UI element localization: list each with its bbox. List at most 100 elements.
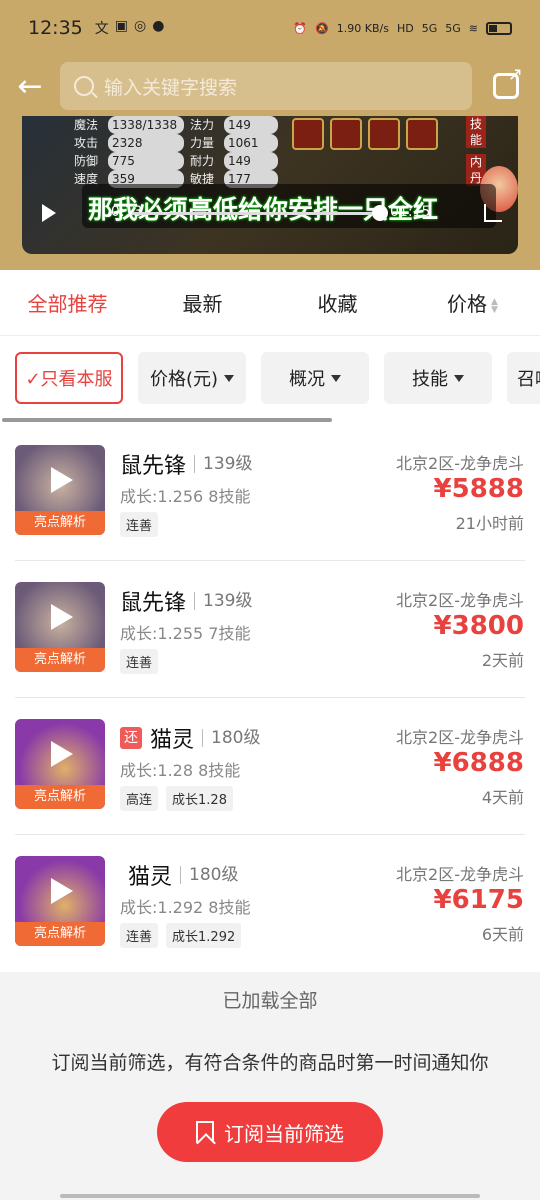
video-progress-knob[interactable] <box>372 205 388 221</box>
dropdown-icon <box>224 374 235 382</box>
signal-icon: 5G <box>421 21 438 35</box>
item-price: ¥6888 <box>433 748 524 778</box>
alarm-icon: ⏰ <box>293 21 308 35</box>
item-thumbnail[interactable]: 亮点解析 <box>15 719 105 809</box>
sort-arrows-icon: ▲ ▼ <box>491 296 498 315</box>
item-title: 猫灵 <box>150 728 195 753</box>
header-bar: ← 输入关键字搜索 <box>0 56 540 116</box>
wifi-icon: ≋ <box>468 21 478 35</box>
back-arrow-icon: ← <box>17 68 43 104</box>
video-section: 魔法 1338/1338 法力 149 攻击 2328 力量 1061 防御 7… <box>0 116 540 270</box>
item-tag: 连善 <box>120 649 159 674</box>
share-icon <box>493 64 523 99</box>
filter-price-label: 价格(元) <box>149 369 219 390</box>
item-level: 139级 <box>194 455 252 473</box>
item-growth: 成长:1.255 7技能 <box>120 624 251 643</box>
mute-icon: 🔕 <box>315 21 329 35</box>
subscribe-button[interactable]: 订阅当前筛选 <box>157 1102 383 1162</box>
item-name: 鼠先锋 139级 <box>120 448 252 480</box>
item-time: 6天前 <box>481 925 524 944</box>
item-price: ¥3800 <box>433 611 524 641</box>
status-bar: 12:35 文 ▣ ◎ ● ⏰ 🔕 1.90 KB/s HD 5G 5G ≋ <box>0 0 540 56</box>
list-item[interactable]: 亮点解析 鼠先锋 139级 成长:1.255 7技能 连善 北京2区-龙争虎斗 … <box>0 561 540 698</box>
product-list: 亮点解析 鼠先锋 139级 成长:1.256 8技能 连善 北京2区-龙争虎斗 … <box>0 424 540 972</box>
skill-icon <box>368 118 400 150</box>
filter-skills-label: 技能 <box>412 369 448 390</box>
item-price: ¥6175 <box>433 885 524 915</box>
thumb-caption: 亮点解析 <box>15 511 105 535</box>
item-server: 北京2区-龙争虎斗 <box>396 591 524 610</box>
item-thumbnail[interactable]: 亮点解析 <box>15 445 105 535</box>
filter-price[interactable]: 价格(元) <box>138 352 246 404</box>
play-icon <box>51 467 73 493</box>
filter-overview-label: 概况 <box>289 369 325 390</box>
video-player[interactable]: 魔法 1338/1338 法力 149 攻击 2328 力量 1061 防御 7… <box>22 116 518 254</box>
skill-icon <box>292 118 324 150</box>
item-title: 鼠先锋 <box>120 454 187 479</box>
status-right-icons: ⏰ 🔕 1.90 KB/s HD 5G 5G ≋ <box>293 21 512 35</box>
fullscreen-icon[interactable] <box>484 204 502 222</box>
item-tag: 连善 <box>120 923 159 948</box>
side-tag: 技能 <box>466 116 486 148</box>
hd-icon: HD <box>396 21 414 35</box>
item-tag: 连善 <box>120 512 159 537</box>
filter-skills[interactable]: 技能 <box>384 352 492 404</box>
filter-scrollbar <box>2 418 332 422</box>
tab-price[interactable]: 价格 ▲ ▼ <box>405 288 540 317</box>
play-icon <box>51 604 73 630</box>
battery-icon <box>486 21 512 35</box>
back-button[interactable]: ← <box>0 61 60 111</box>
item-server: 北京2区-龙争虎斗 <box>396 728 524 747</box>
thumb-caption: 亮点解析 <box>15 648 105 672</box>
stat-row: 防御 775 耐力 149 <box>74 152 278 170</box>
item-level: 180级 <box>202 729 260 747</box>
item-time: 4天前 <box>481 788 524 807</box>
filter-summon[interactable]: 召唤 <box>507 352 540 404</box>
video-total-time: 01:15 <box>390 204 431 220</box>
list-item[interactable]: 亮点解析 鼠先锋 139级 成长:1.256 8技能 连善 北京2区-龙争虎斗 … <box>0 424 540 561</box>
net-speed: 1.90 KB/s <box>336 21 389 35</box>
item-tags: 连善 <box>120 512 159 537</box>
tab-favorites[interactable]: 收藏 <box>270 288 405 317</box>
item-level: 139级 <box>194 592 252 610</box>
app-notification-icon: 文 <box>94 21 109 37</box>
item-tag: 成长1.292 <box>166 923 242 948</box>
subscribe-button-label: 订阅当前筛选 <box>224 1121 344 1146</box>
item-growth: 成长:1.292 8技能 <box>120 898 251 917</box>
loaded-all-text: 已加载全部 <box>222 990 318 1012</box>
thumb-caption: 亮点解析 <box>15 922 105 946</box>
item-growth: 成长:1.256 8技能 <box>120 487 251 506</box>
item-growth: 成长:1.28 8技能 <box>120 761 241 780</box>
bookmark-icon <box>196 1121 214 1143</box>
notification-icons: 文 ▣ ◎ ● <box>95 18 165 38</box>
item-title: 鼠先锋 <box>120 591 187 616</box>
filter-this-server[interactable]: ✓只看本服 <box>15 352 123 404</box>
item-time: 21小时前 <box>455 514 524 533</box>
skill-icon <box>406 118 438 150</box>
item-name: 猫灵 180级 <box>128 859 238 891</box>
list-item[interactable]: 亮点解析 还 猫灵 180级 成长:1.28 8技能 高连 成长1.28 北京2… <box>0 698 540 835</box>
item-name: 鼠先锋 139级 <box>120 585 252 617</box>
play-icon[interactable] <box>42 204 56 222</box>
pet-stats: 魔法 1338/1338 法力 149 攻击 2328 力量 1061 防御 7… <box>74 116 278 188</box>
item-thumbnail[interactable]: 亮点解析 <box>15 582 105 672</box>
tab-recommend[interactable]: 全部推荐 <box>0 288 135 317</box>
item-tag: 高连 <box>120 786 159 811</box>
item-tags: 连善 成长1.292 <box>120 923 242 948</box>
search-icon <box>74 76 94 96</box>
search-input[interactable]: 输入关键字搜索 <box>60 62 472 110</box>
home-indicator[interactable] <box>60 1194 480 1198</box>
item-level: 180级 <box>180 866 238 884</box>
filter-overview[interactable]: 概况 <box>261 352 369 404</box>
list-item[interactable]: 亮点解析 猫灵 180级 成长:1.292 8技能 连善 成长1.292 北京2… <box>0 835 540 972</box>
app-notification-icon: ◎ <box>134 18 147 34</box>
tab-latest[interactable]: 最新 <box>135 288 270 317</box>
stat-row: 攻击 2328 力量 1061 <box>74 134 278 152</box>
share-button[interactable] <box>472 61 540 111</box>
app-notification-icon: ● <box>152 18 165 34</box>
video-progress-bar[interactable] <box>132 212 382 215</box>
item-thumbnail[interactable]: 亮点解析 <box>15 856 105 946</box>
tab-price-label: 价格 <box>447 292 488 316</box>
stat-row: 魔法 1338/1338 法力 149 <box>74 116 278 134</box>
status-time: 12:35 <box>28 17 83 39</box>
